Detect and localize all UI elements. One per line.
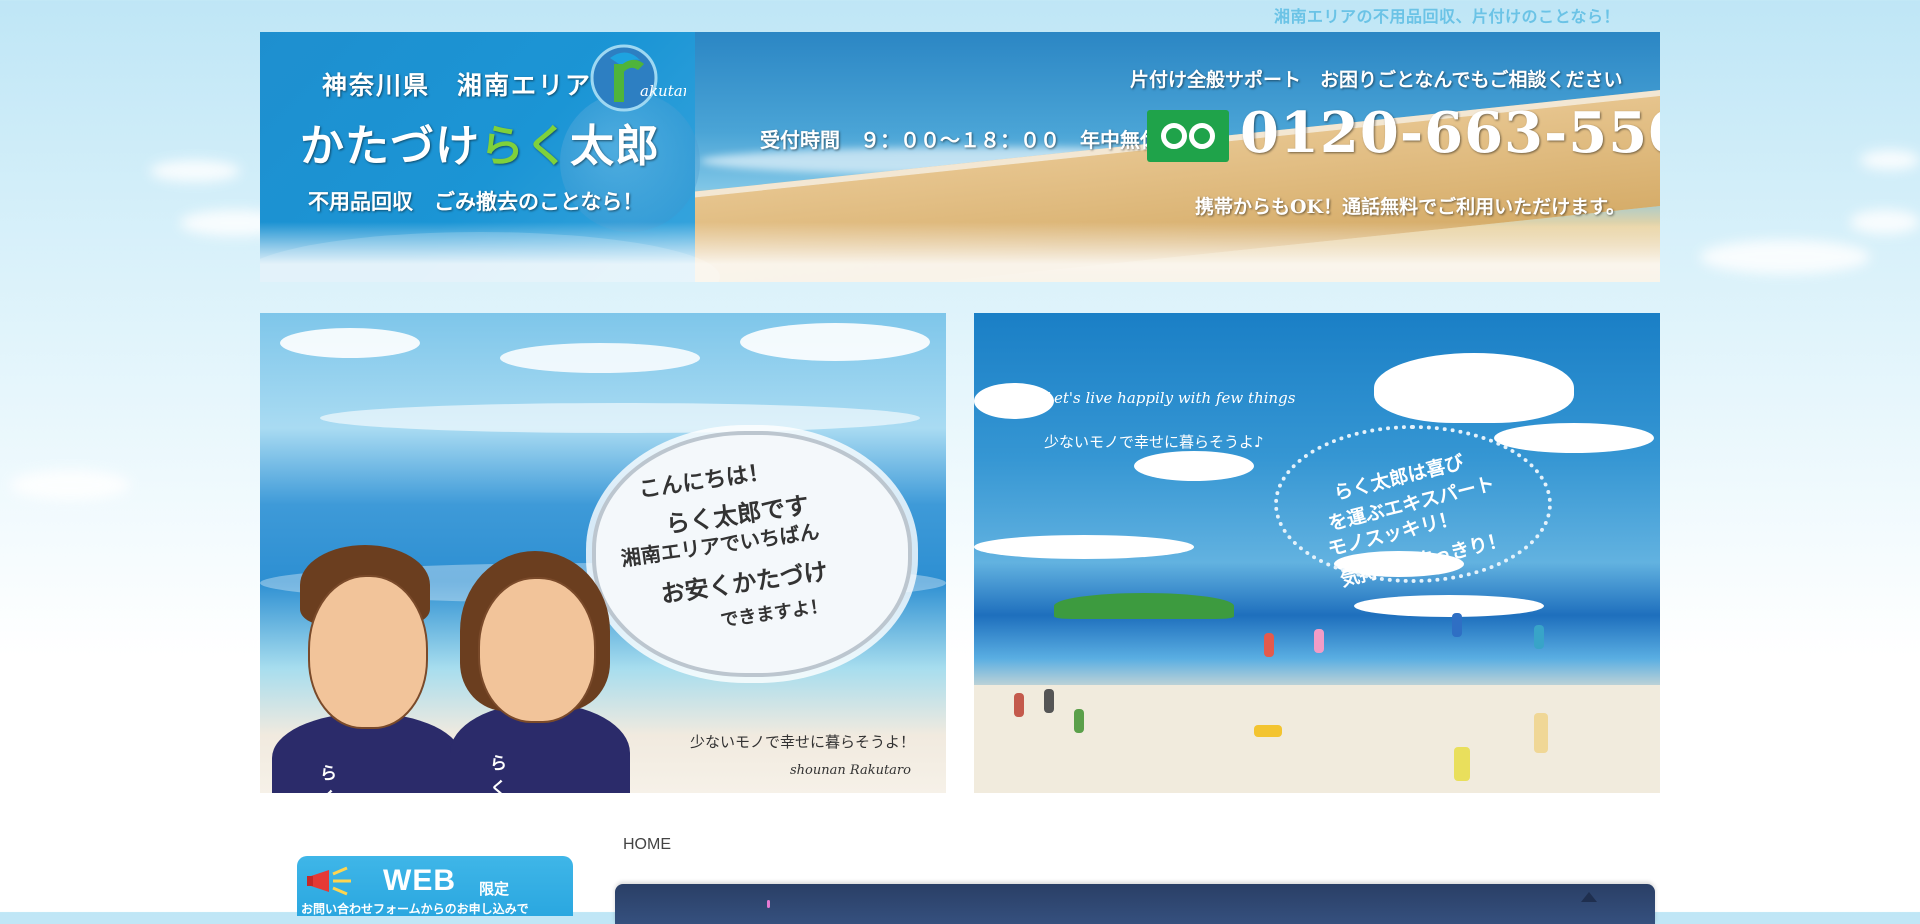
freedial-icon	[1147, 110, 1229, 162]
banner-support-text: 片付け全般サポート お困りごとなんでもご相談ください	[1130, 69, 1623, 91]
background-cloud	[10, 470, 130, 500]
beach-person	[1044, 689, 1054, 713]
face	[478, 577, 596, 723]
cloud	[320, 403, 920, 433]
surfboard	[1534, 713, 1548, 753]
breadcrumb-home[interactable]: HOME	[623, 836, 671, 854]
web-title: WEB	[383, 864, 456, 897]
cloud	[1134, 451, 1254, 481]
banner-bottom-fade	[260, 222, 1660, 282]
banner-region: 神奈川県 湘南エリア	[322, 71, 593, 100]
background-cloud	[150, 160, 240, 182]
megaphone-icon	[307, 866, 351, 896]
banner-subtitle: 不用品回収 ごみ撤去のことなら！	[308, 189, 644, 214]
surfboard	[1454, 747, 1470, 781]
face	[308, 575, 428, 729]
banner-brand-name: かたづけらく太郎	[300, 110, 660, 174]
cloud	[974, 535, 1194, 559]
english-slogan: Let's live happily with few things	[1044, 389, 1296, 407]
background-cloud	[1850, 210, 1920, 234]
triangle-icon	[1581, 892, 1597, 902]
beach-sand	[974, 685, 1660, 793]
brand-prefix: かたづけ	[300, 121, 480, 172]
cloud	[974, 383, 1054, 419]
surfer-figure	[1264, 633, 1274, 657]
background-cloud	[1700, 240, 1870, 274]
shirt-label: らく太郎	[490, 754, 507, 793]
background-cloud	[1860, 150, 1920, 170]
hero-caption: 少ないモノで幸せに暮らそうよ！	[690, 733, 916, 751]
banner-mobile-text: 携帯からもOK！通話無料でご利用いただけます。	[1195, 196, 1626, 218]
cloud	[740, 323, 930, 361]
cloud	[1374, 353, 1574, 423]
cloud	[1494, 423, 1654, 453]
web-limited-banner[interactable]: WEB 限定 お問い合わせフォームからのお申し込みで	[297, 856, 573, 916]
web-subtext: お問い合わせフォームからのお申し込みで	[301, 902, 529, 916]
surfboard	[1254, 725, 1282, 737]
freedial-ring	[1161, 123, 1187, 149]
brand-accent: らく	[480, 121, 570, 172]
hero-image-beach[interactable]: Let's live happily with few things 少ないモノ…	[974, 313, 1660, 793]
japanese-slogan: 少ないモノで幸せに暮らそうよ♪	[1044, 433, 1264, 451]
enoshima-island	[1054, 593, 1234, 619]
beach-person	[1074, 709, 1084, 733]
logo-wordmark: akutaro	[640, 82, 686, 100]
shirt-label: らく太郎	[320, 764, 337, 793]
site-tagline: 湘南エリアの不用品回収、片付けのことなら！	[1273, 7, 1620, 26]
decorative-spark	[767, 900, 770, 908]
banner-hours-text: 受付時間 ９：００～１８：００ 年中無休	[760, 128, 1160, 152]
surfer-figure	[1314, 629, 1324, 653]
beach-person	[1014, 693, 1024, 717]
hero-signature: shounan Rakutaro	[790, 763, 911, 778]
surfer-figure	[1452, 613, 1462, 637]
phone-number[interactable]: 0120-663-550	[1240, 100, 1660, 166]
surfer-figure	[1534, 625, 1544, 649]
content-header-panel	[615, 884, 1655, 924]
web-limited-label: 限定	[479, 880, 510, 898]
hero-image-staff[interactable]: こんにちは！ らく太郎です 湘南エリアでいちばん お安くかたづけ できますよ！ …	[260, 313, 946, 793]
header-banner[interactable]: akutaro 神奈川県 湘南エリア かたづけらく太郎 不用品回収 ごみ撤去のこ…	[260, 32, 1660, 282]
cloud	[280, 328, 420, 358]
freedial-ring	[1189, 123, 1215, 149]
cloud	[500, 343, 700, 373]
cloud	[1354, 595, 1544, 617]
brand-suffix: 太郎	[570, 121, 660, 172]
